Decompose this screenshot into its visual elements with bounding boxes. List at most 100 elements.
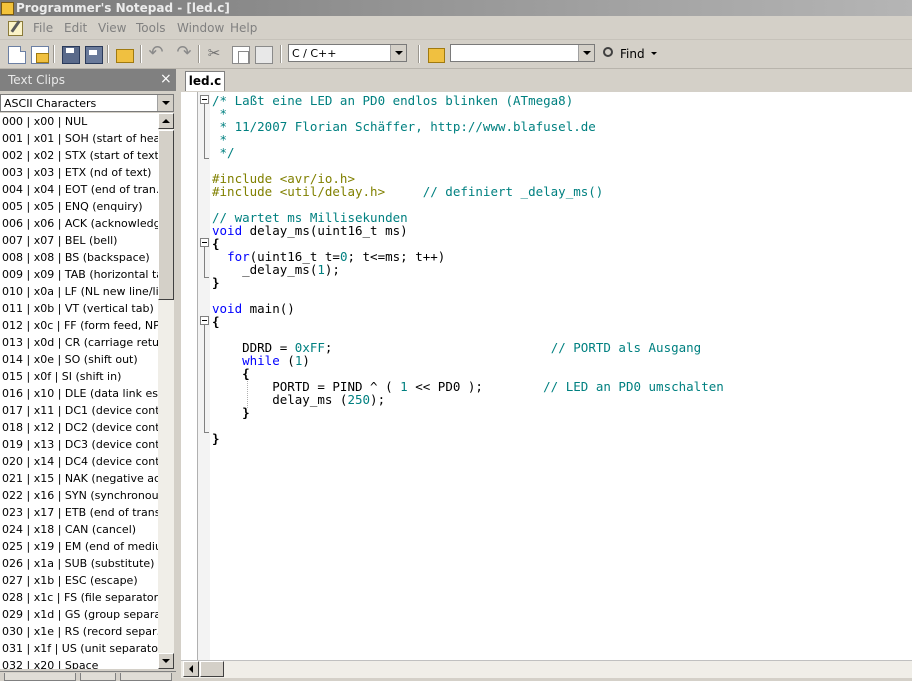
save-all-icon[interactable]: [85, 46, 103, 64]
clip-item[interactable]: 030 | x1e | RS (record separ…: [0, 623, 158, 640]
clip-item[interactable]: 006 | x06 | ACK (acknowledge): [0, 215, 158, 232]
scroll-thumb[interactable]: [158, 130, 174, 300]
lock-folder-icon[interactable]: [428, 48, 445, 63]
code-line: }: [212, 406, 250, 419]
clip-item[interactable]: 018 | x12 | DC2 (device cont…: [0, 419, 158, 436]
clip-item[interactable]: 009 | x09 | TAB (horizontal tab): [0, 266, 158, 283]
clip-item[interactable]: 023 | x17 | ETB (end of trans…: [0, 504, 158, 521]
fold-margin[interactable]: [198, 92, 210, 660]
chevron-down-icon[interactable]: [157, 95, 173, 111]
language-select[interactable]: C / C++: [288, 44, 407, 62]
clip-item[interactable]: 007 | x07 | BEL (bell): [0, 232, 158, 249]
clip-item[interactable]: 027 | x1b | ESC (escape): [0, 572, 158, 589]
search-combo[interactable]: [450, 44, 595, 62]
menu-tools[interactable]: Tools: [136, 21, 166, 35]
clip-item[interactable]: 012 | x0c | FF (form feed, NP…: [0, 317, 158, 334]
clip-item[interactable]: 011 | x0b | VT (vertical tab): [0, 300, 158, 317]
horizontal-scrollbar[interactable]: [181, 660, 912, 678]
clip-item[interactable]: 013 | x0d | CR (carriage return): [0, 334, 158, 351]
code-token: * 11/2007 Florian Schäffer, http://www.b…: [212, 119, 596, 134]
clips-scrollbar[interactable]: [158, 113, 174, 669]
chevron-down-icon[interactable]: [578, 45, 594, 61]
clip-item[interactable]: 001 | x01 | SOH (start of hea…: [0, 130, 158, 147]
code-line: }: [212, 432, 220, 445]
fold-toggle-icon[interactable]: [200, 316, 209, 325]
clip-item[interactable]: 008 | x08 | BS (backspace): [0, 249, 158, 266]
panel-tab[interactable]: [80, 673, 116, 681]
project-folder-icon[interactable]: [116, 49, 134, 63]
clips-category-select[interactable]: ASCII Characters: [0, 94, 174, 112]
menu-window[interactable]: Window: [177, 21, 224, 35]
save-icon[interactable]: [62, 46, 80, 64]
find-button[interactable]: Find: [620, 47, 645, 61]
clip-item[interactable]: 014 | x0e | SO (shift out): [0, 351, 158, 368]
code-token: main(): [242, 301, 295, 316]
menu-edit[interactable]: Edit: [64, 21, 87, 35]
open-file-icon[interactable]: [31, 46, 49, 64]
window-title: Programmer's Notepad - [led.c]: [16, 1, 230, 15]
code-token: ;: [324, 340, 551, 355]
code-token: // LED an PD0 umschalten: [543, 379, 724, 394]
scroll-down-icon[interactable]: [158, 653, 174, 669]
panel-tab[interactable]: [120, 673, 172, 681]
clip-item[interactable]: 000 | x00 | NUL: [0, 113, 158, 130]
fold-line: [204, 247, 205, 277]
fold-toggle-icon[interactable]: [200, 238, 209, 247]
clip-item[interactable]: 031 | x1f | US (unit separator): [0, 640, 158, 657]
clip-item[interactable]: 004 | x04 | EOT (end of tran…: [0, 181, 158, 198]
clip-item[interactable]: 005 | x05 | ENQ (enquiry): [0, 198, 158, 215]
clip-item[interactable]: 025 | x19 | EM (end of medium): [0, 538, 158, 555]
clip-item[interactable]: 017 | x11 | DC1 (device cont…: [0, 402, 158, 419]
toolbar-separator: [53, 45, 55, 63]
app-menu-icon[interactable]: [8, 21, 23, 36]
clip-item[interactable]: 028 | x1c | FS (file separator): [0, 589, 158, 606]
fold-line: [204, 104, 205, 158]
code-token: }: [212, 275, 220, 290]
editor-area: led.c /* Laßt eine LED an PD0 endlos bli…: [181, 69, 912, 679]
menu-file[interactable]: File: [33, 21, 53, 35]
code-content[interactable]: /* Laßt eine LED an PD0 endlos blinken (…: [212, 92, 912, 660]
code-token: /* Laßt eine LED an PD0 endlos blinken (…: [212, 93, 574, 108]
clip-item[interactable]: 032 | x20 | Space: [0, 657, 158, 669]
fold-end: [204, 277, 209, 278]
clip-item[interactable]: 024 | x18 | CAN (cancel): [0, 521, 158, 538]
copy-icon[interactable]: [232, 46, 250, 64]
clip-item[interactable]: 022 | x16 | SYN (synchronou…: [0, 487, 158, 504]
cut-icon[interactable]: ✂: [206, 44, 222, 62]
find-icon[interactable]: [603, 47, 613, 57]
code-token: #include <util/delay.h>: [212, 184, 386, 199]
code-line: {: [212, 315, 220, 328]
clip-item[interactable]: 010 | x0a | LF (NL new line/li…: [0, 283, 158, 300]
clip-item[interactable]: 021 | x15 | NAK (negative ac…: [0, 470, 158, 487]
code-token: (: [279, 353, 295, 368]
clip-item[interactable]: 003 | x03 | ETX (nd of text): [0, 164, 158, 181]
redo-icon[interactable]: ↷: [176, 44, 192, 62]
paste-icon[interactable]: [255, 46, 273, 64]
clip-item[interactable]: 019 | x13 | DC3 (device cont…: [0, 436, 158, 453]
menu-help[interactable]: Help: [230, 21, 257, 35]
tab-led-c[interactable]: led.c: [185, 71, 225, 91]
code-token: );: [324, 262, 340, 277]
clip-item[interactable]: 026 | x1a | SUB (substitute): [0, 555, 158, 572]
code-line: void main(): [212, 302, 295, 315]
scroll-left-icon[interactable]: [183, 661, 199, 677]
close-icon[interactable]: ×: [160, 71, 172, 87]
clip-item[interactable]: 002 | x02 | STX (start of text): [0, 147, 158, 164]
chevron-down-icon[interactable]: [390, 45, 406, 61]
clip-item[interactable]: 020 | x14 | DC4 (device cont…: [0, 453, 158, 470]
clip-item[interactable]: 029 | x1d | GS (group separa…: [0, 606, 158, 623]
panel-tab[interactable]: [4, 673, 76, 681]
line-gutter: [181, 92, 198, 660]
find-dropdown-icon[interactable]: [651, 52, 657, 55]
new-file-icon[interactable]: [8, 46, 26, 64]
scroll-thumb[interactable]: [200, 661, 224, 677]
clip-item[interactable]: 016 | x10 | DLE (data link esc…: [0, 385, 158, 402]
menu-view[interactable]: View: [98, 21, 126, 35]
undo-icon[interactable]: ↶: [148, 44, 164, 62]
scroll-up-icon[interactable]: [158, 113, 174, 129]
text-clips-title: Text Clips: [8, 73, 65, 87]
code-editor[interactable]: /* Laßt eine LED an PD0 endlos blinken (…: [181, 92, 912, 660]
code-token: 1: [317, 262, 325, 277]
fold-toggle-icon[interactable]: [200, 95, 209, 104]
clip-item[interactable]: 015 | x0f | SI (shift in): [0, 368, 158, 385]
